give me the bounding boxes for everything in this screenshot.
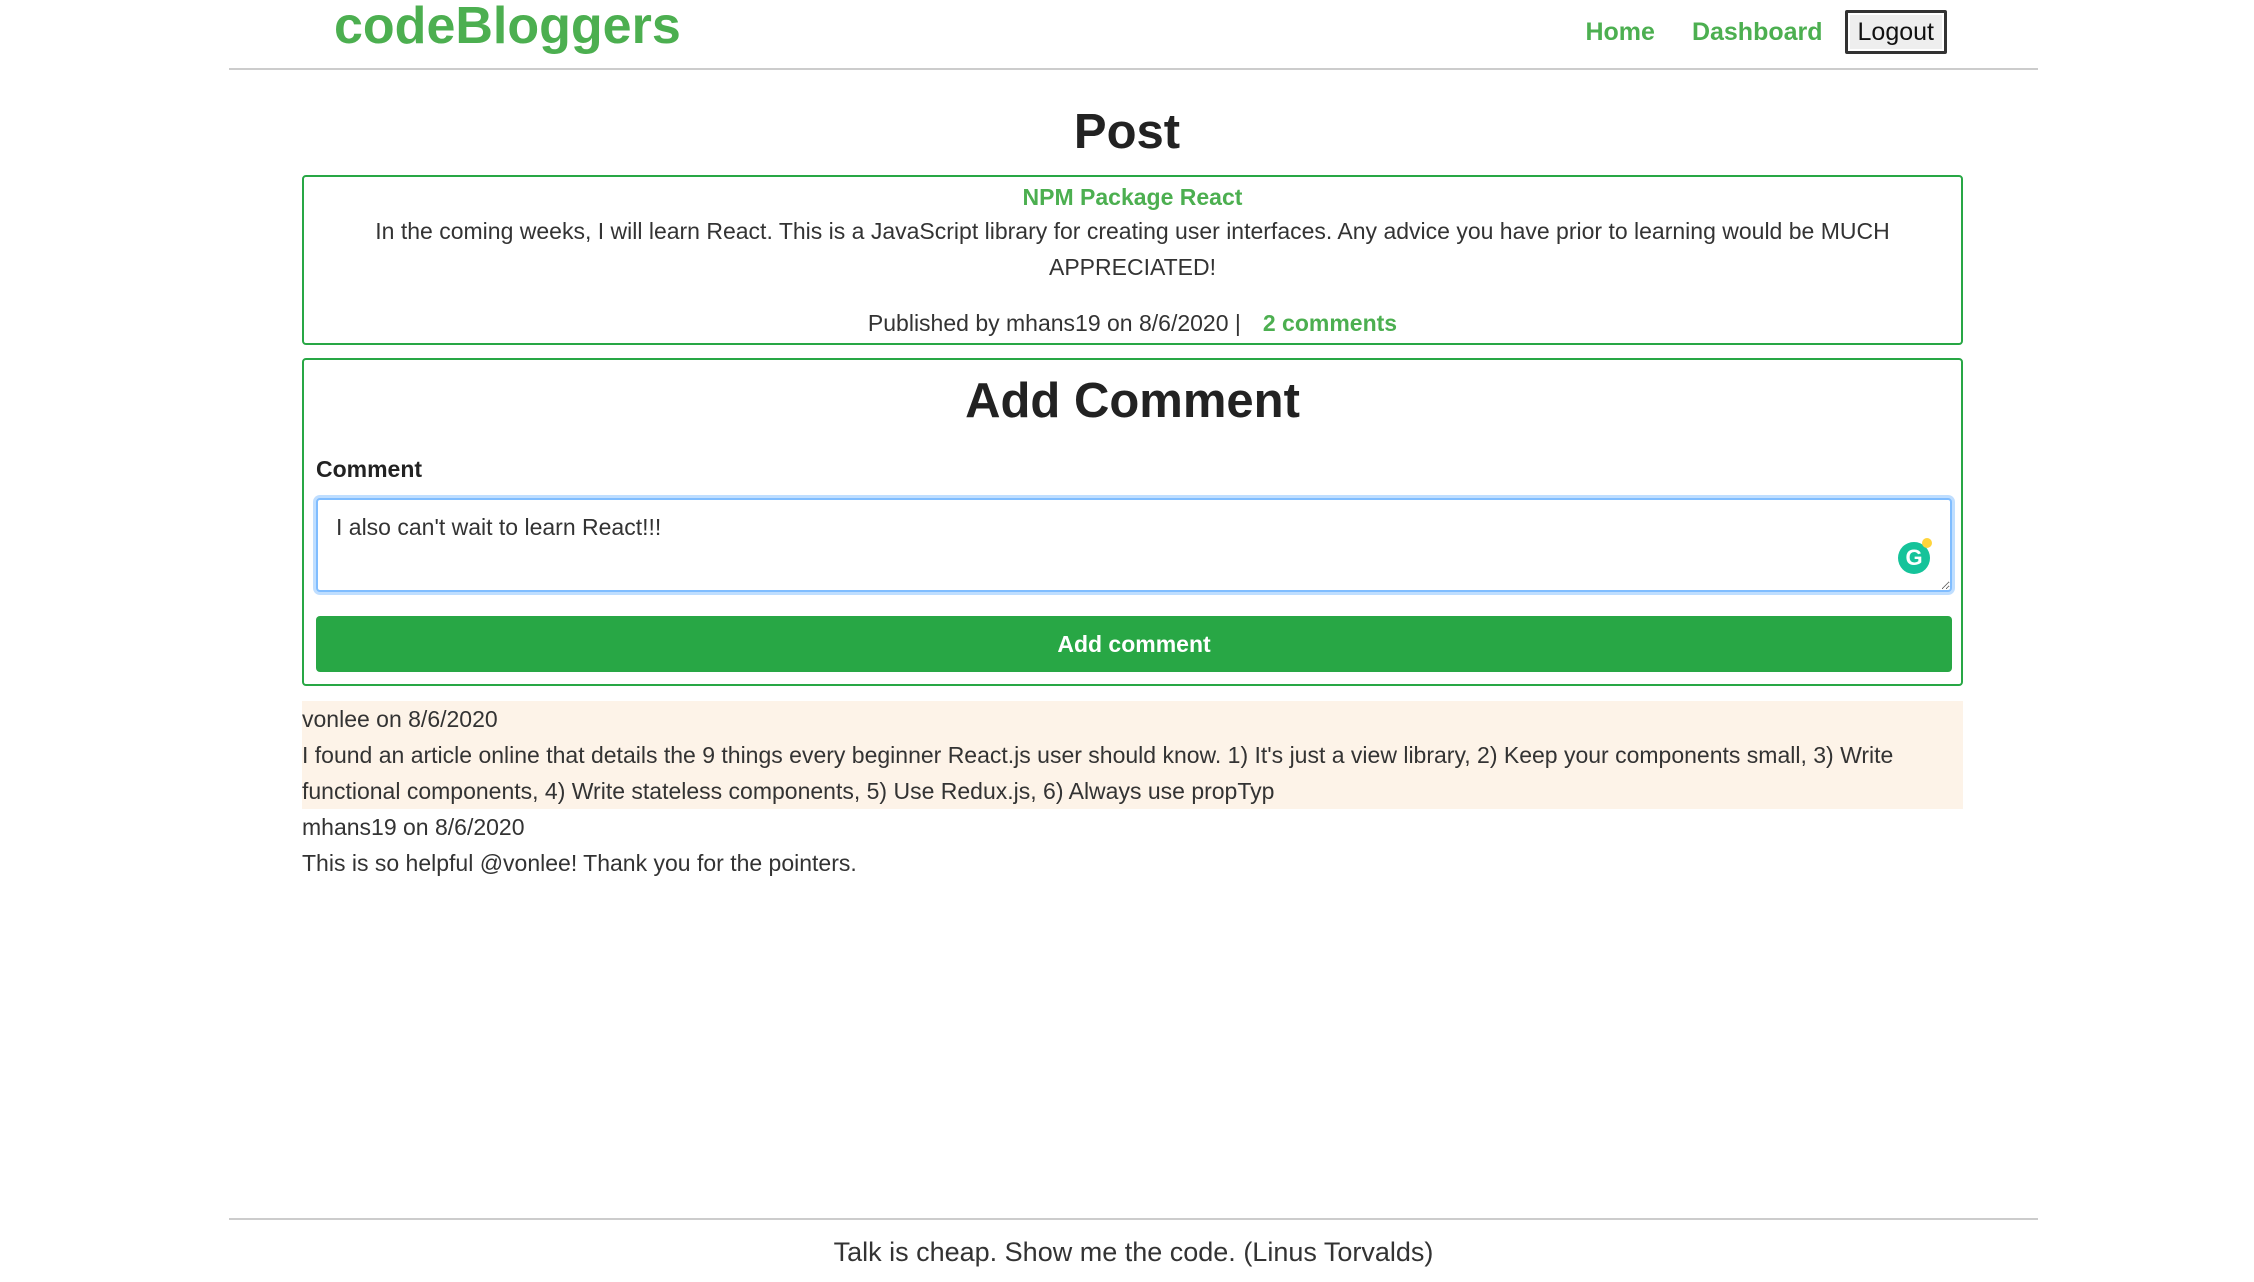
comment-text: This is so helpful @vonlee! Thank you fo… [302, 850, 857, 876]
post-body: In the coming weeks, I will learn React.… [375, 218, 1890, 280]
comment-textarea-wrapper: I also can't wait to learn React!!! G [316, 498, 1952, 592]
nav-bar: Home Dashboard Logout [1548, 10, 1947, 54]
brand-logo[interactable]: codeBloggers [334, 0, 681, 58]
footer-quote: Talk is cheap. Show me the code. (Linus … [833, 1237, 1434, 1267]
post-title[interactable]: NPM Package React [304, 181, 1961, 213]
post-meta: Published by mhans19 on 8/6/2020 | 2 comm… [304, 307, 1961, 339]
comment-item: mhans19 on 8/6/2020 This is so helpful @… [302, 809, 1963, 881]
comment-field-label: Comment [316, 456, 423, 482]
header: codeBloggers Home Dashboard Logout [229, 0, 2038, 70]
footer: Talk is cheap. Show me the code. (Linus … [229, 1218, 2038, 1270]
post-byline: Published by mhans19 on 8/6/2020 | [867, 310, 1241, 336]
page: codeBloggers Home Dashboard Logout Post … [0, 0, 2254, 1282]
grammarly-glyph: G [1905, 545, 1923, 570]
grammarly-icon[interactable]: G [1898, 538, 1932, 574]
comment-textarea[interactable]: I also can't wait to learn React!!! [316, 498, 1952, 592]
nav-home-link[interactable]: Home [1585, 10, 1654, 54]
nav-dashboard-link[interactable]: Dashboard [1692, 10, 1823, 54]
comment-byline: vonlee on 8/6/2020 [302, 706, 498, 732]
add-comment-form: Add Comment Comment I also can't wait to… [302, 358, 1963, 686]
add-comment-button[interactable]: Add comment [316, 616, 1952, 672]
comments-list: vonlee on 8/6/2020 I found an article on… [302, 701, 1963, 881]
add-comment-heading: Add Comment [965, 374, 1300, 428]
page-title: Post [1073, 105, 1181, 159]
comment-item: vonlee on 8/6/2020 I found an article on… [302, 701, 1963, 809]
post-card: NPM Package React In the coming weeks, I… [302, 175, 1963, 345]
grammarly-status-dot-icon [1922, 538, 1932, 548]
comments-count-link[interactable]: 2 comments [1263, 310, 1397, 336]
comment-text: I found an article online that details t… [302, 742, 1894, 804]
logout-button[interactable]: Logout [1844, 10, 1947, 54]
comment-byline: mhans19 on 8/6/2020 [302, 814, 525, 840]
